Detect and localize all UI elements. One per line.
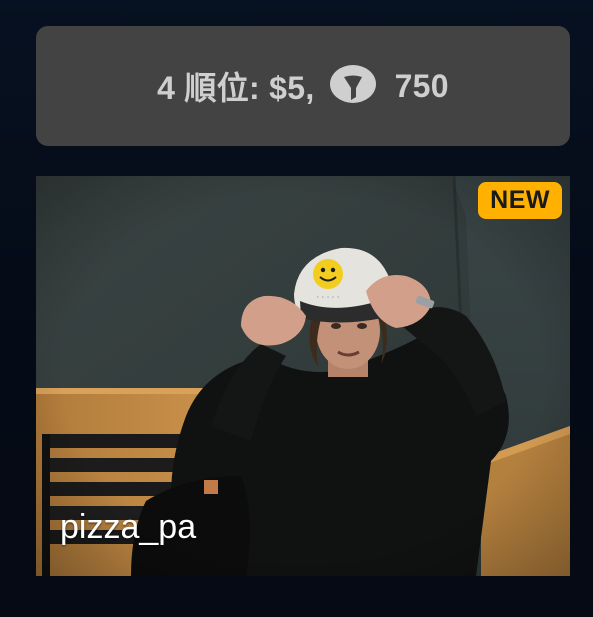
comment-count: 750 bbox=[394, 67, 449, 104]
comment-bubble-icon bbox=[329, 62, 377, 110]
rank-label: 4 順位: $5, bbox=[157, 70, 315, 106]
rank-card[interactable]: 4 順位: $5, 750 bbox=[36, 26, 570, 146]
username-label[interactable]: pizza_pa bbox=[60, 510, 196, 544]
profile-photo-card[interactable]: · · · · · NEW pizza_pa bbox=[36, 176, 570, 576]
new-badge: NEW bbox=[478, 182, 562, 219]
